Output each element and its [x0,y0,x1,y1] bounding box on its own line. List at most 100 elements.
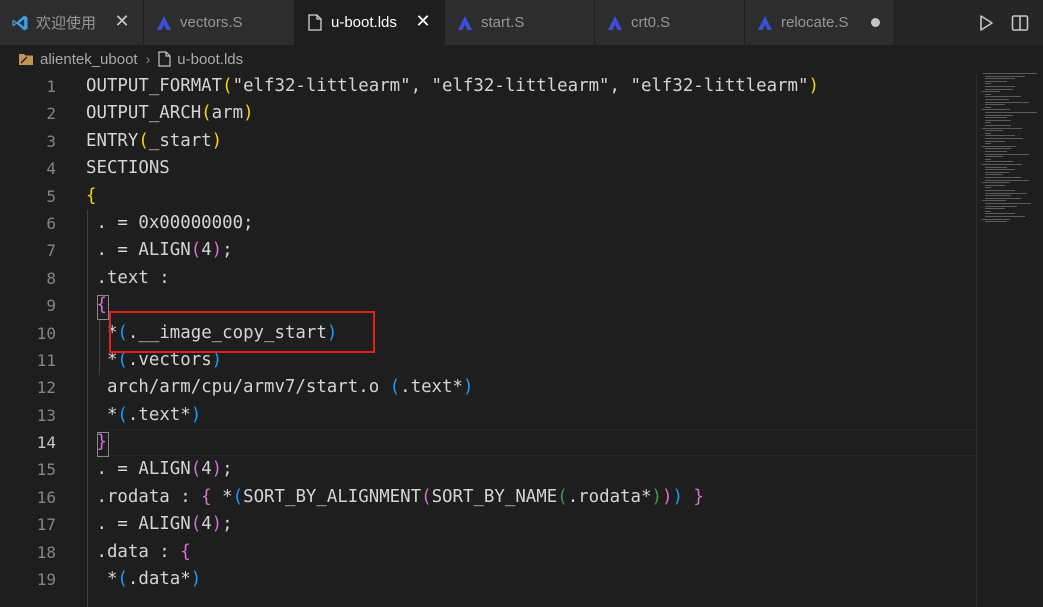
minimap-line [985,83,991,85]
unsaved-dot-icon[interactable] [871,18,880,27]
tab-label: crt0.S [631,14,671,31]
minimap-line [982,200,1006,202]
minimap-line [985,208,1005,210]
annotation-highlight-box [109,311,375,353]
code-line[interactable]: ENTRY(_start) [86,128,976,155]
minimap-line [985,86,1015,87]
minimap-line [982,91,1000,93]
minimap-line [985,197,1021,199]
minimap-line [985,78,1015,80]
line-number: 1 [46,77,56,96]
close-icon[interactable]: ✕ [414,13,432,31]
minimap-line [985,104,1005,106]
minimap-line [982,182,1010,184]
minimap-line [985,195,1011,197]
minimap-divider [976,73,977,607]
line-number: 9 [46,296,56,316]
editor-actions [895,0,1043,45]
tab-relocate-s[interactable]: relocate.S [745,0,895,45]
minimap-line [985,140,1005,142]
run-icon[interactable] [969,8,1003,38]
code-line-current[interactable]: } [86,429,976,457]
tab-vectors[interactable]: vectors.S [144,0,295,45]
line-number: 14 [36,433,56,453]
minimap-line [985,216,1025,217]
tab-welcome[interactable]: 欢迎使用 ✕ [0,0,144,45]
minimap-line [985,190,1015,191]
line-number: 6 [46,213,56,233]
code-line[interactable]: OUTPUT_FORMAT("elf32-littlearm", "elf32-… [86,73,976,100]
code-line[interactable]: OUTPUT_ARCH(arm) [86,100,976,127]
minimap-line [985,106,991,108]
code-line[interactable]: { [86,183,976,210]
minimap-line [985,112,1037,113]
breadcrumb-file[interactable]: u-boot.lds [158,51,243,68]
code-line[interactable]: . = 0x00000000; [86,210,976,237]
minimap[interactable] [982,73,1043,233]
line-number: 13 [36,405,56,425]
breadcrumb-folder[interactable]: alientek_uboot [18,51,138,68]
minimap-line [985,75,1025,77]
tab-u-boot-lds[interactable]: u-boot.lds ✕ [295,0,445,45]
close-icon[interactable]: ✕ [113,13,131,31]
minimap-line [985,184,1005,186]
line-number: 2 [46,104,56,124]
code-line[interactable]: SECTIONS [86,155,976,182]
minimap-line [985,174,1003,176]
code-line[interactable]: *(.data*) [86,566,976,593]
minimap-line [985,143,991,145]
code-line[interactable]: *(.text*) [86,402,976,429]
tab-crt0-s[interactable]: crt0.S [595,0,745,45]
folder-icon [18,52,34,66]
code-line[interactable]: .rodata : { *(SORT_BY_ALIGNMENT(SORT_BY_… [86,484,976,511]
minimap-line [985,177,1021,178]
code-line[interactable]: .text : [86,265,976,292]
assembly-file-icon [455,13,475,33]
tab-start-s[interactable]: start.S [445,0,595,45]
split-editor-icon[interactable] [1003,8,1037,38]
tab-label: 欢迎使用 [36,15,97,32]
minimap-line [985,132,991,134]
line-number: 8 [46,268,56,288]
code-line[interactable]: . = ALIGN(4); [86,511,976,538]
line-number: 10 [36,323,56,343]
minimap-line [985,169,1015,171]
minimap-line [985,119,1011,121]
assembly-file-icon [605,13,625,33]
tab-label: relocate.S [781,14,849,31]
line-number: 15 [36,460,56,480]
minimap-line [985,114,1013,116]
minimap-line [985,153,1029,155]
minimap-line [985,125,1011,126]
minimap-line [985,93,991,95]
line-number: 3 [46,131,56,151]
breadcrumb: alientek_uboot › u-boot.lds [0,45,1043,73]
minimap-line [985,158,991,160]
bracket-match-highlight [97,432,109,457]
minimap-line [985,210,991,212]
minimap-line [985,99,1009,100]
minimap-line [985,117,1007,119]
minimap-line [985,148,1011,150]
code-line[interactable]: . = ALIGN(4); [86,237,976,264]
minimap-line [985,203,1031,204]
minimap-line [985,156,1003,158]
minimap-line [982,145,1016,147]
minimap-line [985,221,1007,223]
minimap-line [985,135,1015,137]
assembly-file-icon [755,13,775,33]
code-line[interactable]: arch/arm/cpu/armv7/start.o (.text*) [86,374,976,401]
line-number: 11 [36,350,56,370]
bracket-match-highlight [97,295,109,320]
code-line[interactable]: .data : { [86,539,976,566]
code-line[interactable]: . = ALIGN(4); [86,456,976,483]
minimap-line [985,179,1029,181]
minimap-line [985,187,991,189]
line-number: 7 [46,241,56,261]
breadcrumb-file-label: u-boot.lds [177,50,244,68]
minimap-line [985,122,991,124]
minimap-line [985,80,1007,82]
line-number: 18 [36,542,56,562]
file-icon [305,13,325,33]
minimap-line [985,213,1015,215]
